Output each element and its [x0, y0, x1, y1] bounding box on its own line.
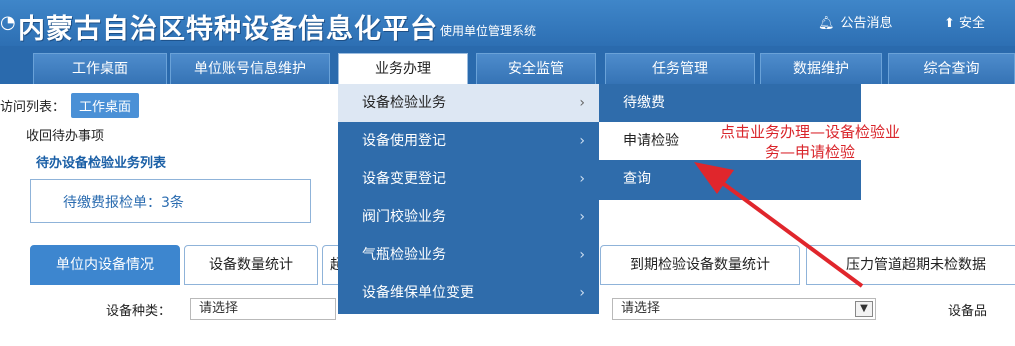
device-type-select[interactable]: 请选择	[190, 298, 336, 320]
todo-list-title: 待办设备检验业务列表	[36, 156, 167, 171]
app-subtitle: 使用单位管理系统	[440, 24, 537, 38]
submenu-item-pending-payment[interactable]: 待缴费	[599, 84, 861, 122]
tab-due-inspection-count[interactable]: 到期检验设备数量统计	[600, 245, 800, 285]
notice-label: 公告消息	[840, 16, 893, 31]
main-nav: 工作桌面 单位账号信息维护 业务办理 安全监管 任务管理 数据维护 综合查询	[0, 46, 1015, 84]
menu-item-change-registration[interactable]: 设备变更登记 ›	[338, 160, 599, 198]
tab-device-count[interactable]: 设备数量统计	[184, 245, 318, 285]
menu-item-label: 设备使用登记	[362, 133, 446, 149]
menu-item-label: 设备变更登记	[362, 171, 446, 187]
submenu-item-query[interactable]: 查询	[599, 160, 861, 198]
tab-pipeline-overdue[interactable]: 压力管道超期未检数据	[806, 245, 1015, 285]
device-type-label: 设备种类：	[106, 304, 172, 319]
menu-item-label: 设备检验业务	[362, 95, 446, 111]
menu-item-usage-registration[interactable]: 设备使用登记 ›	[338, 122, 599, 160]
breadcrumb-label: 访问列表：	[0, 99, 66, 115]
menu-item-label: 阀门校验业务	[362, 209, 446, 225]
breadcrumb-current[interactable]: 工作桌面	[71, 92, 140, 118]
menu-item-valve-calibration[interactable]: 阀门校验业务 ›	[338, 198, 599, 236]
chevron-right-icon: ›	[579, 95, 585, 111]
second-select-value: 请选择	[621, 301, 661, 316]
app-title: 内蒙古自治区特种设备信息化平台	[18, 14, 438, 45]
notice-link[interactable]: 🔔︎ 公告消息	[818, 12, 893, 31]
instruction-annotation: 点击业务办理—设备检验业 务—申请检验	[688, 122, 932, 162]
nav-item-business[interactable]: 业务办理	[338, 53, 468, 84]
menu-item-maintenance-change[interactable]: 设备维保单位变更 ›	[338, 274, 599, 312]
chevron-right-icon: ›	[579, 247, 585, 263]
chevron-right-icon: ›	[579, 133, 585, 149]
annotation-line-1: 点击业务办理—设备检验业	[719, 123, 900, 141]
nav-item-task[interactable]: 任务管理	[605, 53, 755, 84]
menu-item-label: 设备维保单位变更	[362, 285, 474, 301]
safe-label: 安全	[959, 16, 986, 31]
nav-item-account[interactable]: 单位账号信息维护	[170, 53, 330, 84]
chevron-down-icon[interactable]: ▼	[855, 301, 873, 317]
menu-item-cylinder-inspection[interactable]: 气瓶检验业务 ›	[338, 236, 599, 274]
app-header: ◔ 内蒙古自治区特种设备信息化平台 使用单位管理系统 🔔︎ 公告消息 ⬆ 安全	[0, 0, 1015, 46]
upload-icon: ⬆	[944, 16, 955, 31]
nav-item-data[interactable]: 数据维护	[760, 53, 882, 84]
chevron-right-icon: ›	[579, 285, 585, 301]
device-right-label: 设备品	[948, 304, 988, 319]
todo-item-link[interactable]: 待缴费报检单：3条	[63, 192, 184, 212]
menu-item-label: 气瓶检验业务	[362, 247, 446, 263]
nav-item-safety[interactable]: 安全监管	[476, 53, 596, 84]
nav-item-desktop[interactable]: 工作桌面	[33, 53, 167, 84]
device-type-value: 请选择	[199, 301, 239, 316]
breadcrumb: 访问列表： 工作桌面	[0, 92, 140, 118]
tab-unit-devices[interactable]: 单位内设备情况	[30, 245, 180, 285]
chevron-right-icon: ›	[579, 171, 585, 187]
todo-box: 待缴费报检单：3条	[30, 179, 311, 223]
menu-item-inspection[interactable]: 设备检验业务 ›	[338, 84, 599, 122]
business-dropdown-menu: 设备检验业务 › 设备使用登记 › 设备变更登记 › 阀门校验业务 › 气瓶检验…	[338, 84, 599, 314]
todo-heading[interactable]: 收回待办事项	[26, 125, 104, 144]
bell-icon: 🔔︎	[818, 16, 835, 31]
chevron-right-icon: ›	[579, 209, 585, 225]
annotation-line-2: 务—申请检验	[764, 143, 855, 161]
safe-link[interactable]: ⬆ 安全	[944, 12, 985, 31]
second-select[interactable]: 请选择 ▼	[612, 298, 876, 320]
nav-item-query[interactable]: 综合查询	[888, 53, 1015, 84]
logo-icon: ◔	[0, 12, 16, 33]
